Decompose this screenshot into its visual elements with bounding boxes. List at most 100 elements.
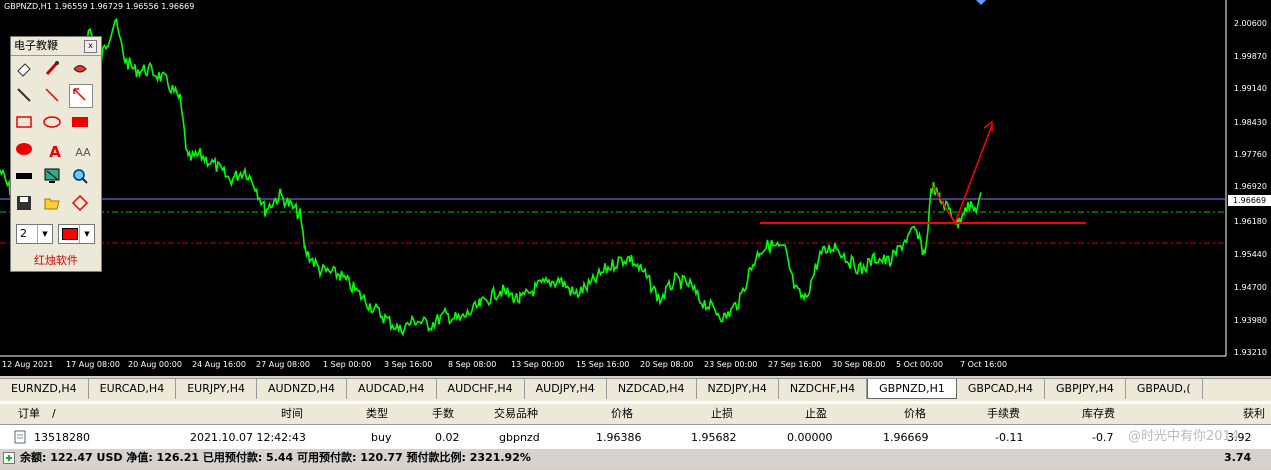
table-row[interactable]: 13518280 2021.10.07 12:42:43 buy 0.02 gb… xyxy=(0,428,1271,448)
total-profit: 3.74 xyxy=(1224,451,1252,464)
black-bar-icon[interactable] xyxy=(15,167,39,191)
color-swatch xyxy=(62,228,78,240)
price-tick-label: 1.97760 xyxy=(1233,150,1267,159)
price-series xyxy=(0,17,982,337)
palette-close-button[interactable]: x xyxy=(84,40,97,53)
price-tick-label: 1.99140 xyxy=(1233,84,1267,93)
ellipse-filled-icon[interactable] xyxy=(15,140,39,164)
price-tick-label: 1.94700 xyxy=(1233,283,1267,292)
time-tick-label: 23 Sep 00:00 xyxy=(704,360,758,369)
tab-eurjpy-h4[interactable]: EURJPY,H4 xyxy=(176,379,257,399)
col-order[interactable]: 订单 xyxy=(18,404,40,424)
col-commission[interactable]: 手续费 xyxy=(987,404,1020,424)
time-tick-label: 12 Aug 2021 xyxy=(2,360,54,369)
col-time[interactable]: 时间 xyxy=(281,404,303,424)
tab-gbpcad-h4[interactable]: GBPCAD,H4 xyxy=(957,379,1046,399)
text-icon[interactable]: A xyxy=(43,140,67,164)
rectangle-filled-icon[interactable] xyxy=(71,113,95,137)
time-tick-label: 3 Sep 16:00 xyxy=(384,360,433,369)
tab-eurnzd-h4[interactable]: EURNZD,H4 xyxy=(0,379,89,399)
account-summary: 余额: 122.47 USD 净值: 126.21 已用预付款: 5.44 可用… xyxy=(0,449,1271,467)
order-swap: -0.7 xyxy=(1092,431,1114,444)
tab-gbpnzd-h1[interactable]: GBPNZD,H1 xyxy=(867,379,957,399)
rectangle-outline-icon[interactable] xyxy=(15,113,39,137)
trend-arrow xyxy=(931,124,993,225)
eraser-icon[interactable] xyxy=(15,59,39,83)
arrow-line-icon[interactable] xyxy=(69,84,93,108)
tab-audchf-h4[interactable]: AUDCHF,H4 xyxy=(437,379,525,399)
col-cur-price[interactable]: 价格 xyxy=(904,404,926,424)
price-tick-label: 2.00600 xyxy=(1233,19,1267,28)
chart-canvas[interactable] xyxy=(0,0,1271,376)
order-price: 1.96386 xyxy=(596,431,642,444)
watermark: @时光中有你2014 xyxy=(1128,429,1240,444)
col-tp[interactable]: 止盈 xyxy=(805,404,827,424)
diamond-icon[interactable] xyxy=(71,194,95,218)
tab-nzdjpy-h4[interactable]: NZDJPY,H4 xyxy=(697,379,779,399)
time-tick-label: 7 Oct 16:00 xyxy=(960,360,1008,369)
terminal-panel: 订单 / 时间 类型 手数 交易品种 价格 止损 止盈 价格 手续费 库存费 获… xyxy=(0,401,1271,467)
open-folder-icon[interactable] xyxy=(43,194,67,218)
order-sl[interactable]: 1.95682 xyxy=(691,428,737,448)
save-icon[interactable] xyxy=(15,194,39,218)
price-tick-label: 1.96920 xyxy=(1233,182,1267,191)
col-symbol[interactable]: 交易品种 xyxy=(494,404,538,424)
time-tick-label: 5 Oct 00:00 xyxy=(896,360,944,369)
price-tick-label: 1.95440 xyxy=(1233,250,1267,259)
time-tick-label: 24 Aug 16:00 xyxy=(192,360,246,369)
tab-nzdcad-h4[interactable]: NZDCAD,H4 xyxy=(607,379,697,399)
order-tp[interactable]: 0.00000 xyxy=(787,428,833,448)
text-size-icon[interactable]: AA xyxy=(71,140,95,164)
time-tick-label: 20 Aug 00:00 xyxy=(128,360,182,369)
ellipse-outline-icon[interactable] xyxy=(43,113,67,137)
tab-gbpjpy-h4[interactable]: GBPJPY,H4 xyxy=(1045,379,1126,399)
tab-eurcad-h4[interactable]: EURCAD,H4 xyxy=(89,379,177,399)
time-tick-label: 17 Aug 08:00 xyxy=(66,360,120,369)
col-type[interactable]: 类型 xyxy=(366,404,388,424)
time-tick-label: 20 Sep 08:00 xyxy=(640,360,694,369)
pen-icon[interactable] xyxy=(43,59,67,83)
order-symbol: gbpnzd xyxy=(499,431,540,444)
order-id: 13518280 xyxy=(34,431,90,444)
time-tick-label: 8 Sep 08:00 xyxy=(448,360,497,369)
symbol-info: GBPNZD,H1 1.96559 1.96729 1.96556 1.9666… xyxy=(4,2,195,11)
line-icon[interactable] xyxy=(43,86,67,110)
drawing-palette[interactable]: 电子教鞭 x A AA 2 ▼ ▼ 红烛软件 xyxy=(10,36,102,272)
price-tick-label: 1.96180 xyxy=(1233,217,1267,226)
tab-audjpy-h4[interactable]: AUDJPY,H4 xyxy=(525,379,607,399)
col-profit[interactable]: 获利 xyxy=(1243,404,1265,424)
tab-audcad-h4[interactable]: AUDCAD,H4 xyxy=(347,379,437,399)
col-price[interactable]: 价格 xyxy=(611,404,633,424)
order-buy-icon xyxy=(14,430,26,444)
price-tick-label: 1.98430 xyxy=(1233,118,1267,127)
col-swap[interactable]: 库存费 xyxy=(1082,404,1115,424)
color-select[interactable]: ▼ xyxy=(58,224,95,244)
order-time: 2021.10.07 12:42:43 xyxy=(190,431,306,444)
price-tick-label: 1.93980 xyxy=(1233,316,1267,325)
balance-icon xyxy=(3,452,15,464)
time-tick-label: 1 Sep 00:00 xyxy=(323,360,372,369)
tab-audnzd-h4[interactable]: AUDNZD,H4 xyxy=(257,379,348,399)
account-summary-text: 余额: 122.47 USD 净值: 126.21 已用预付款: 5.44 可用… xyxy=(20,451,531,464)
order-lots: 0.02 xyxy=(435,431,460,444)
palette-title-bar[interactable]: 电子教鞭 x xyxy=(11,37,101,56)
marker-icon xyxy=(976,0,986,5)
chevron-down-icon[interactable]: ▼ xyxy=(79,225,94,243)
brand-label: 红烛软件 xyxy=(34,254,78,267)
screen-icon[interactable] xyxy=(43,167,67,191)
time-tick-label: 27 Aug 08:00 xyxy=(256,360,310,369)
chart-tabs[interactable]: EURNZD,H4 EURCAD,H4 EURJPY,H4 AUDNZD,H4 AUDC… xyxy=(0,378,1271,402)
line-width-select[interactable]: 2 ▼ xyxy=(16,224,53,244)
tab-nzdchf-h4[interactable]: NZDCHF,H4 xyxy=(779,379,868,399)
line-width-value: 2 xyxy=(20,227,27,240)
col-lots[interactable]: 手数 xyxy=(432,404,454,424)
col-sl[interactable]: 止损 xyxy=(711,404,733,424)
tab-gbpaud-[interactable]: GBPAUD,( xyxy=(1126,379,1203,399)
current-price-label: 1.96669 xyxy=(1228,195,1271,206)
chevron-down-icon[interactable]: ▼ xyxy=(37,225,52,243)
highlighter-icon[interactable] xyxy=(71,59,95,83)
price-chart[interactable]: GBPNZD,H1 1.96559 1.96729 1.96556 1.9666… xyxy=(0,0,1271,376)
time-tick-label: 27 Sep 16:00 xyxy=(768,360,822,369)
magnifier-icon[interactable] xyxy=(71,167,95,191)
pointer-stick-icon[interactable] xyxy=(15,86,39,110)
